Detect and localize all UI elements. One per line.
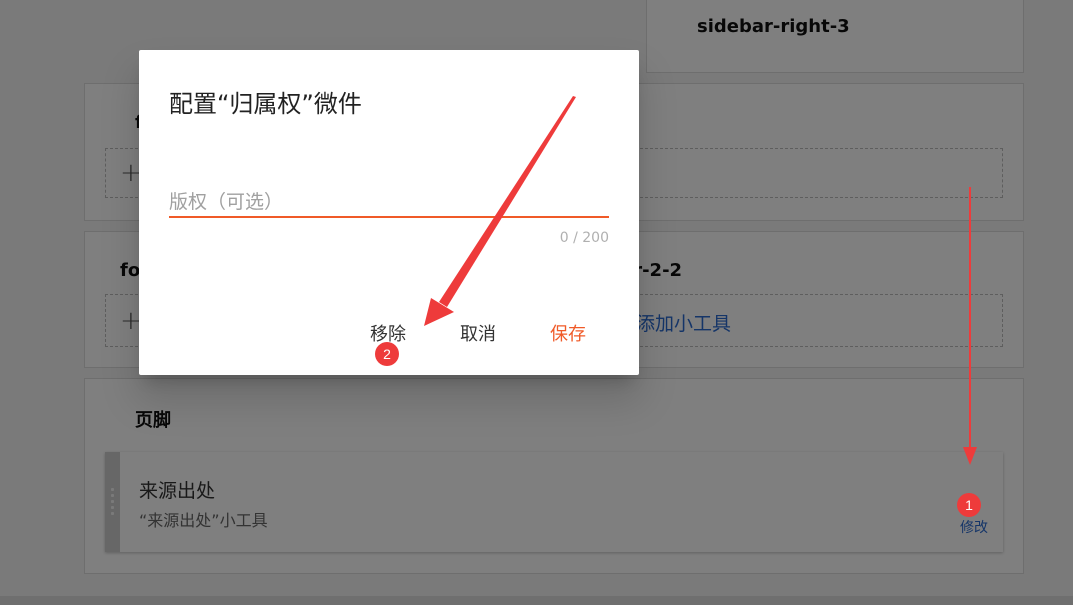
annotation-badge-2: 2 — [375, 342, 399, 366]
annotation-badge-1: 1 — [957, 493, 981, 517]
annotation-arrows — [424, 96, 977, 465]
